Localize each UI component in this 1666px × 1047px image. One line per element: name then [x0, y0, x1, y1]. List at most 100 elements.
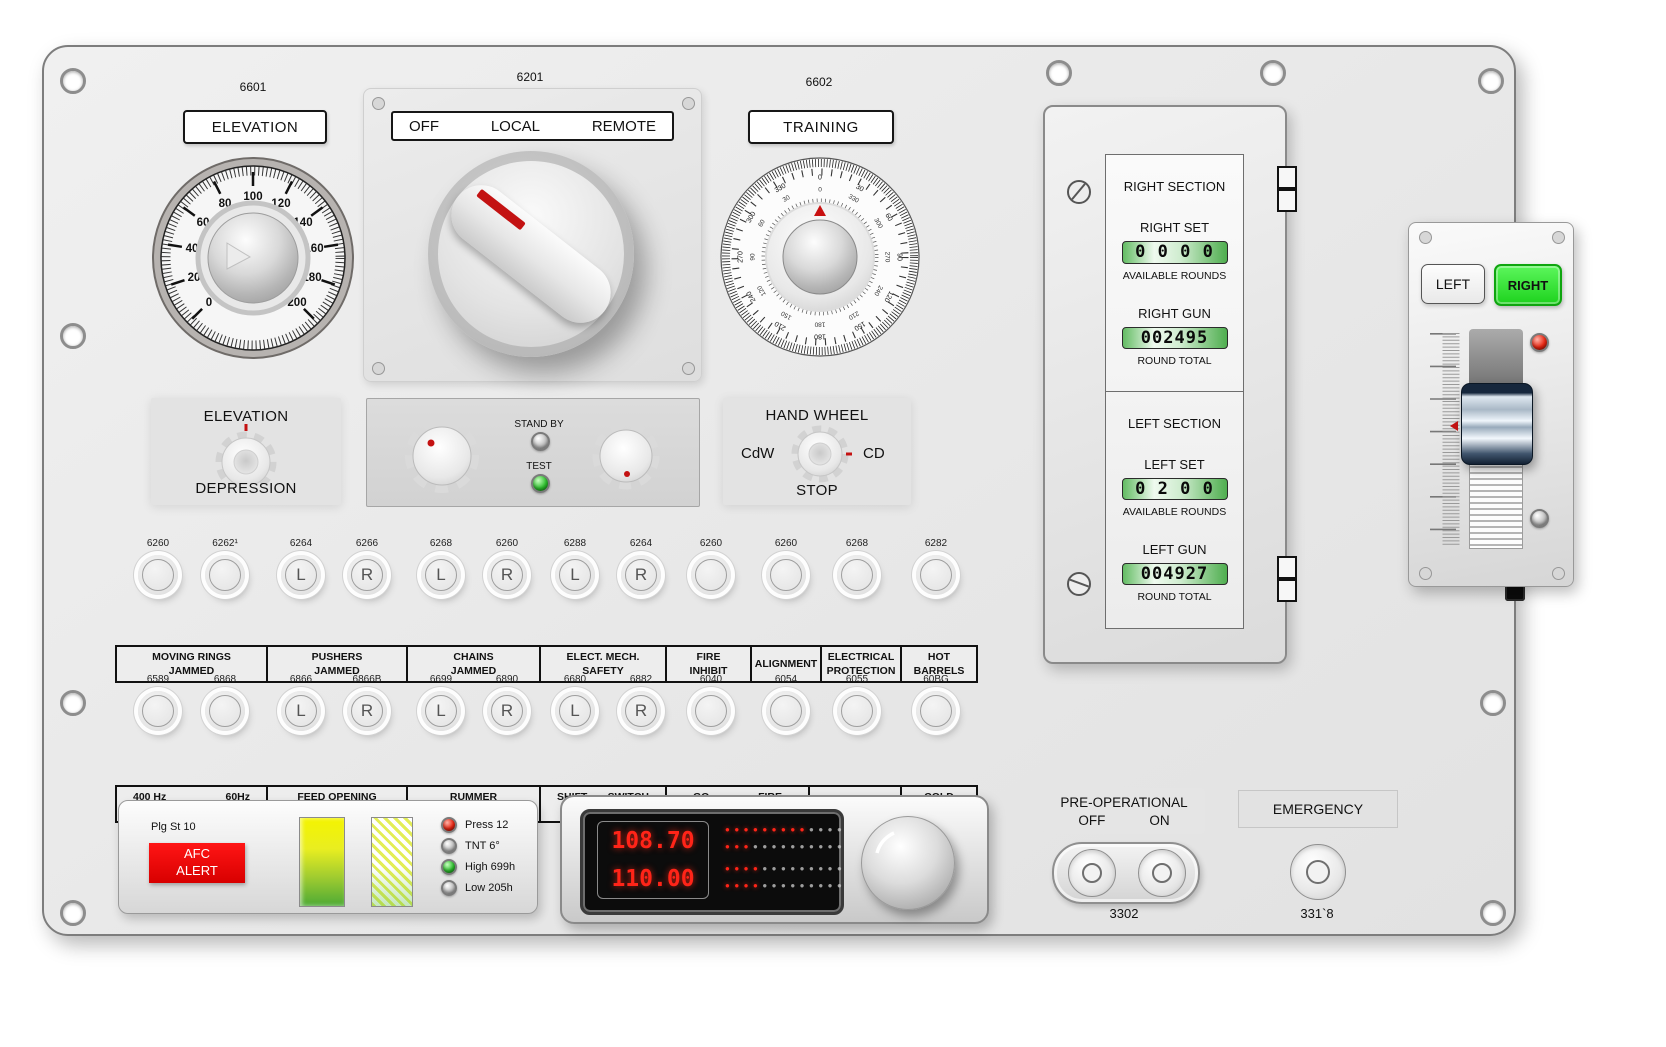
pushbutton-6868[interactable] — [205, 691, 245, 731]
button-glyph: L — [285, 559, 317, 591]
status-led-row: High 699h — [441, 859, 515, 875]
slider-scale-pointer — [1450, 421, 1458, 431]
status-led-row: Press 12 — [441, 817, 508, 833]
display-dot-matrix: ●●●●●●●●●●●●● ●●●●●●●●●●●●● ●●●●●●●●●●●●… — [725, 826, 833, 899]
mode-knob[interactable] — [438, 161, 624, 347]
screw-hole — [60, 900, 86, 926]
button-id: 6264 — [609, 538, 673, 549]
standby-test-knob-left[interactable] — [404, 418, 480, 494]
pushbutton-6262[interactable] — [205, 555, 245, 595]
hand-wheel-panel: HAND WHEEL CdW CD STOP — [723, 398, 911, 505]
pushbutton-6264-L[interactable]: L — [281, 555, 321, 595]
screw-icon — [372, 362, 385, 375]
preop-on-label: ON — [1149, 813, 1169, 828]
pushbutton-6055[interactable] — [837, 691, 877, 731]
pushbutton-6268b[interactable] — [837, 555, 877, 595]
button-id: 6866B — [335, 674, 399, 685]
elevation-dial-knob[interactable] — [198, 203, 308, 313]
pre-operational-title: PRE-OPERATIONAL — [1060, 795, 1187, 810]
pushbutton-60BG[interactable] — [916, 691, 956, 731]
push-group: 6866L — [269, 674, 333, 731]
mode-knob-handle[interactable] — [439, 173, 623, 335]
button-id: 6288 — [543, 538, 607, 549]
digital-display-panel: 108.70 110.00 ●●●●●●●●●●●●● ●●●●●●●●●●●●… — [560, 795, 989, 924]
button-glyph — [695, 559, 727, 591]
push-group: 6589 — [126, 674, 190, 731]
push-group: 6055 — [825, 674, 889, 731]
mode-knob-ring — [428, 151, 634, 357]
standby-test-knob-right[interactable] — [591, 421, 661, 491]
pushbutton-6680-L[interactable]: L — [555, 691, 595, 731]
button-glyph: L — [425, 695, 457, 727]
pushbutton-6054[interactable] — [766, 691, 806, 731]
right-gun-button[interactable]: RIGHT — [1494, 264, 1562, 306]
pushbutton-6699-L[interactable]: L — [421, 691, 461, 731]
left-gun-caption: ROUND TOTAL — [1137, 591, 1211, 603]
button-glyph — [770, 559, 802, 591]
pushbutton-6040[interactable] — [691, 691, 731, 731]
pushbutton-6288-L[interactable]: L — [555, 555, 595, 595]
test-standby-panel: STAND BY TEST — [366, 398, 700, 507]
elevation-dial-label: ELEVATION — [183, 110, 327, 144]
pushbutton-6282[interactable] — [916, 555, 956, 595]
button-id: 6890 — [475, 674, 539, 685]
button-id: 6260 — [475, 538, 539, 549]
push-group: 6260 — [754, 538, 818, 595]
button-glyph — [920, 695, 952, 727]
button-glyph — [920, 559, 952, 591]
pushbutton-6890-R[interactable]: R — [487, 691, 527, 731]
pushbutton-6268-L[interactable]: L — [421, 555, 461, 595]
edge-connector — [1277, 556, 1297, 579]
screw-icon — [372, 97, 385, 110]
pushbutton-6260b[interactable] — [691, 555, 731, 595]
hand-wheel-knob[interactable] — [787, 425, 853, 483]
button-glyph: R — [491, 695, 523, 727]
pushbutton-6264-R[interactable]: R — [621, 555, 661, 595]
svg-text:180: 180 — [814, 321, 825, 328]
pushbutton-6266-R[interactable]: R — [347, 555, 387, 595]
display-adjust-knob[interactable] — [861, 816, 955, 910]
push-group: 6054 — [754, 674, 818, 731]
button-id: 6266 — [335, 538, 399, 549]
svg-text:0: 0 — [818, 175, 822, 182]
push-group: 6266 R — [335, 538, 399, 595]
push-group: 6882R — [609, 674, 673, 731]
station-label: Plg St 10 — [151, 821, 196, 833]
button-glyph — [142, 559, 174, 591]
edge-connector — [1277, 579, 1297, 602]
push-group: 6282 — [904, 538, 968, 595]
preop-off-socket[interactable] — [1068, 849, 1116, 897]
training-dial-knob[interactable] — [766, 203, 874, 311]
button-glyph — [841, 695, 873, 727]
push-group: 6868 — [193, 674, 257, 731]
edge-connector — [1277, 189, 1297, 212]
left-set-label: LEFT SET — [1144, 457, 1204, 472]
push-group: 60BG — [904, 674, 968, 731]
gun-select-slider-handle[interactable] — [1461, 383, 1533, 465]
button-glyph — [695, 695, 727, 727]
screw-hole — [1480, 900, 1506, 926]
pushbutton-6260c[interactable] — [766, 555, 806, 595]
left-section: LEFT SECTION LEFT SET 0 2 0 0 AVAILABLE … — [1106, 391, 1243, 627]
press-led — [441, 817, 457, 833]
right-section-title: RIGHT SECTION — [1124, 179, 1226, 194]
left-gun-button[interactable]: LEFT — [1421, 264, 1485, 304]
right-set-label: RIGHT SET — [1140, 220, 1209, 235]
push-group: 6268 — [825, 538, 889, 595]
svg-text:270: 270 — [884, 252, 891, 263]
pushbutton-6882-R[interactable]: R — [621, 691, 661, 731]
low-led — [441, 880, 457, 896]
pushbutton-6866B-R[interactable]: R — [347, 691, 387, 731]
preop-on-socket[interactable] — [1138, 849, 1186, 897]
left-gun-label: LEFT GUN — [1142, 542, 1206, 557]
mode-option-remote: REMOTE — [592, 118, 656, 135]
pushbutton-6260-R[interactable]: R — [487, 555, 527, 595]
ammo-counter-panel: RIGHT SECTION RIGHT SET 0 0 0 0 AVAILABL… — [1043, 105, 1287, 664]
pushbutton-6866-L[interactable]: L — [281, 691, 321, 731]
pushbutton-6260[interactable] — [138, 555, 178, 595]
elevation-dial: 0 20 40 60 80 100 120 140 160 180 200 — [143, 148, 363, 368]
screw-icon — [682, 362, 695, 375]
emergency-socket[interactable] — [1290, 844, 1346, 900]
elevation-depression-knob[interactable] — [212, 422, 280, 484]
pushbutton-6589[interactable] — [138, 691, 178, 731]
